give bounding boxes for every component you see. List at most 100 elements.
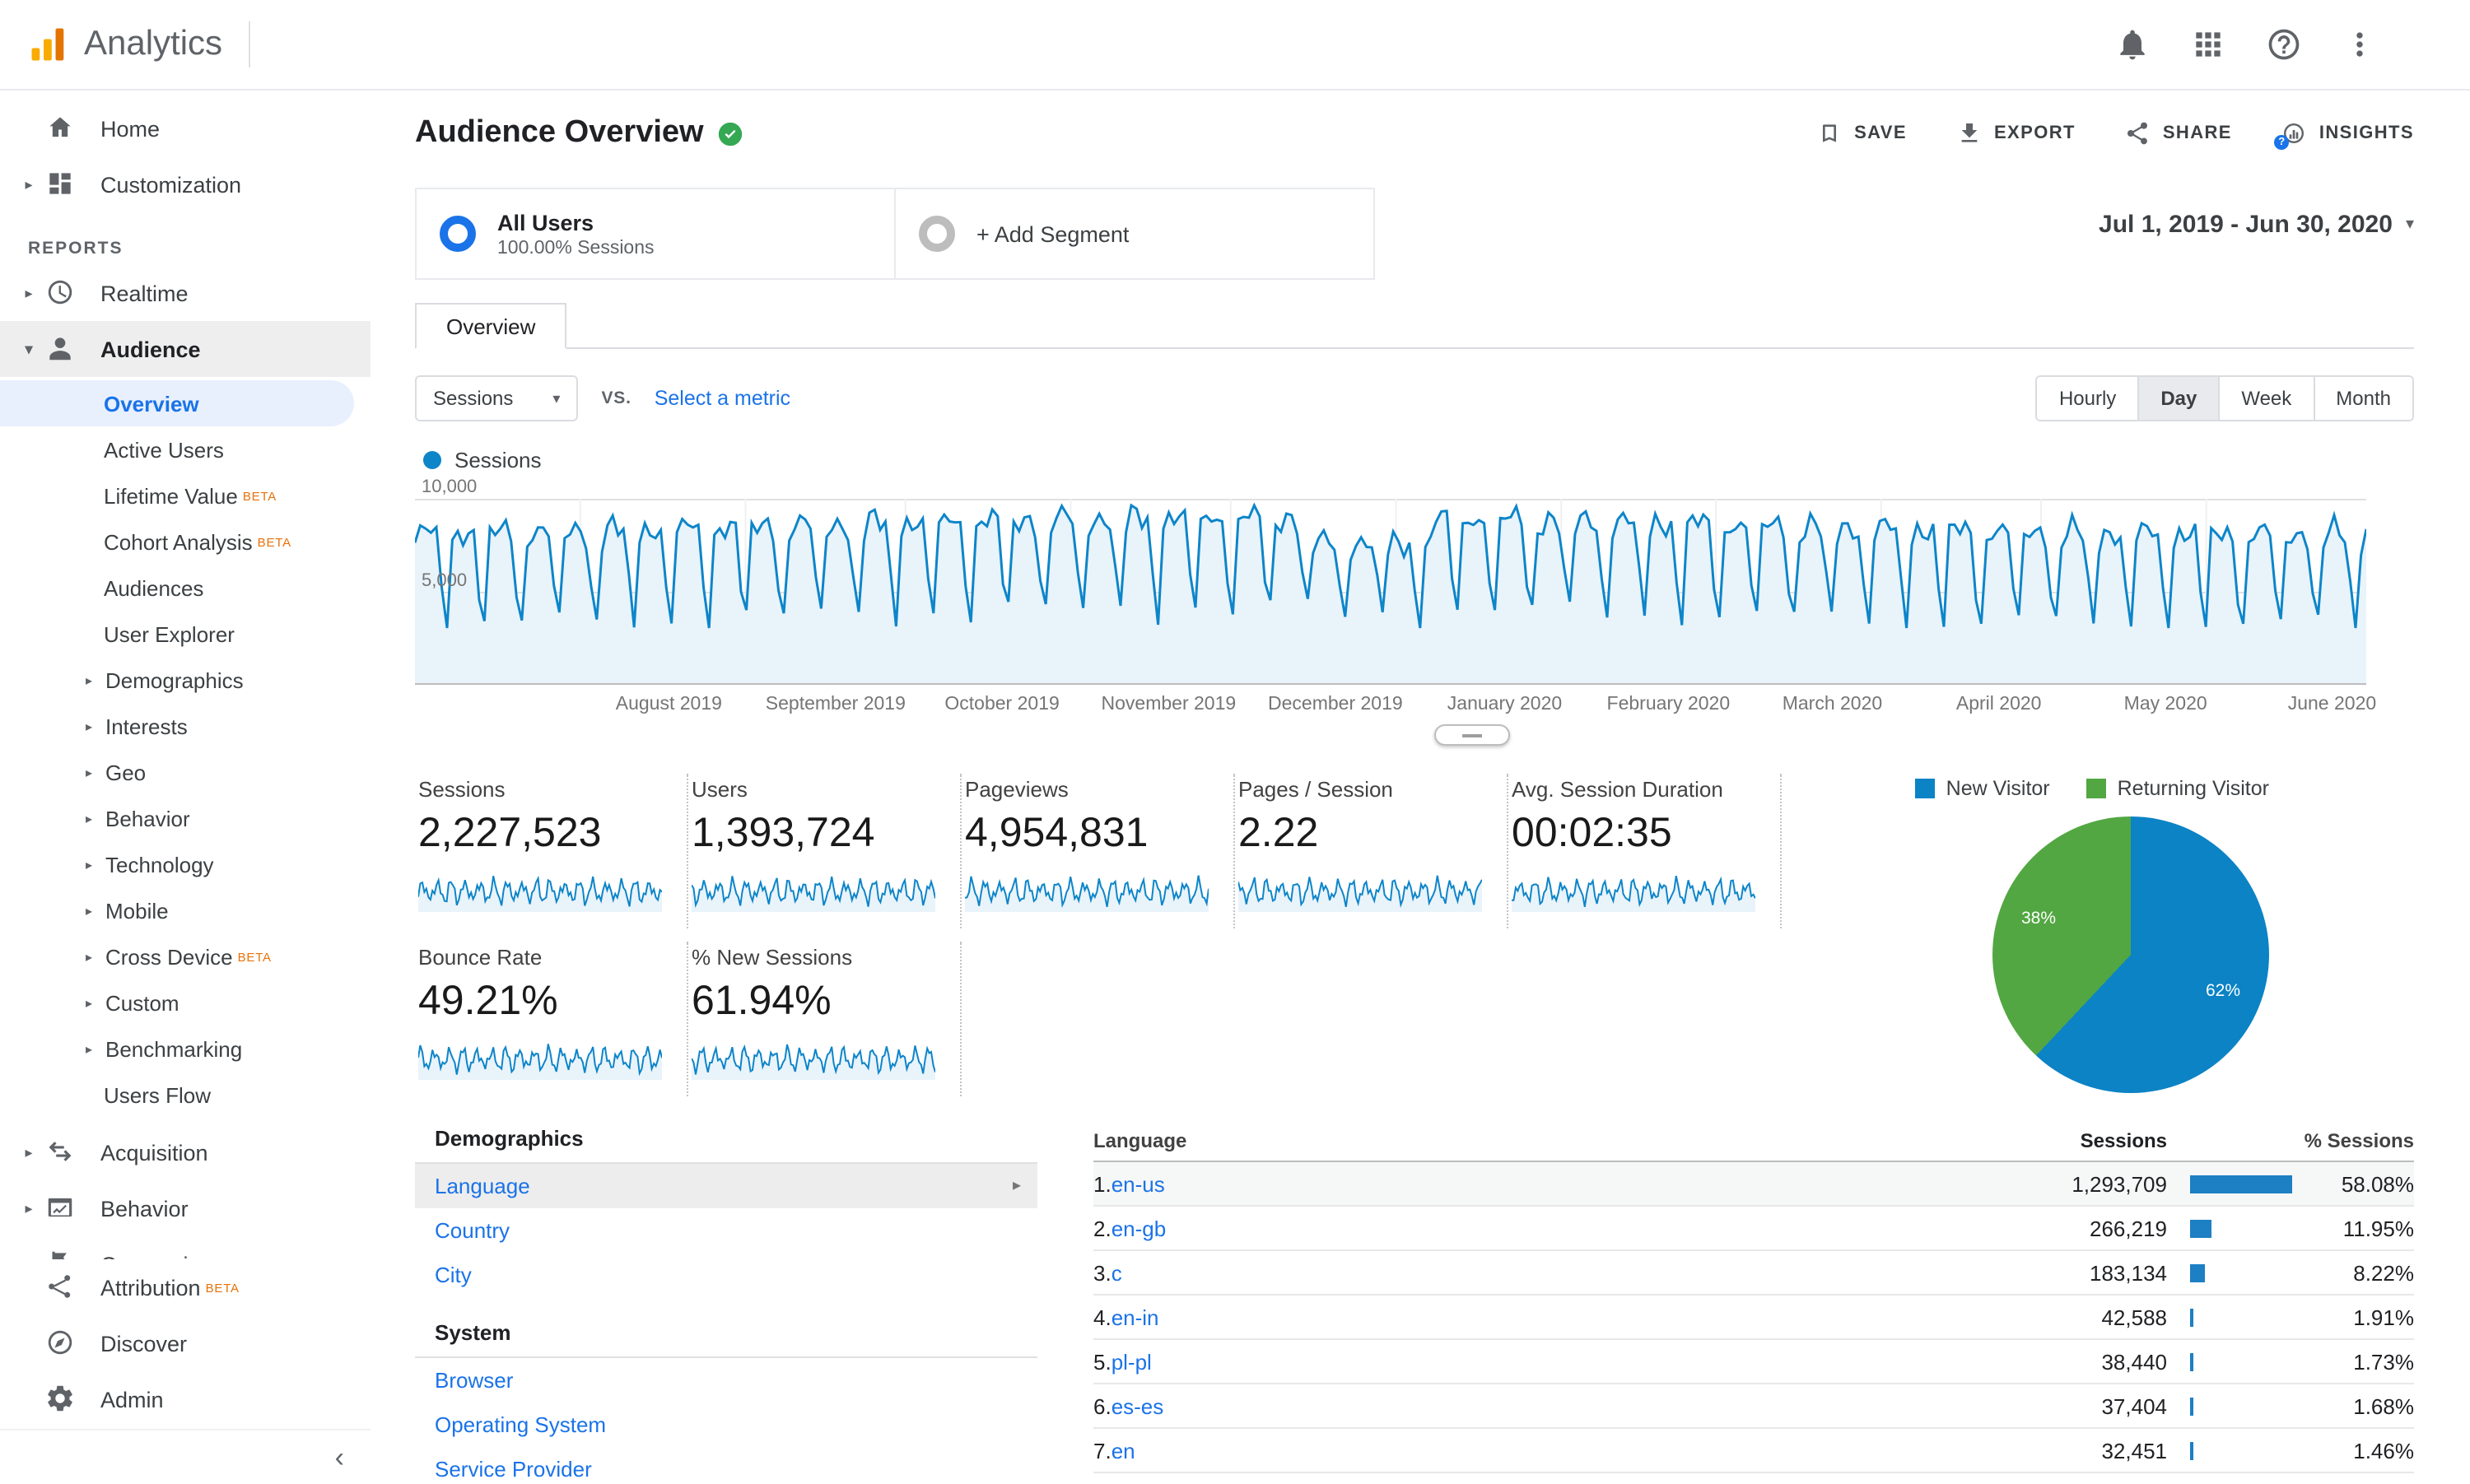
x-axis-label: June 2020 (2287, 695, 2377, 714)
dimension-link-city[interactable]: City (415, 1253, 1037, 1297)
language-link[interactable]: en-gb (1112, 1216, 1167, 1240)
sidebar-item-behavior[interactable]: ▸ Behavior (0, 1180, 370, 1236)
dimension-link-service-provider[interactable]: Service Provider (415, 1447, 1037, 1484)
sidebar-item-home[interactable]: Home (0, 100, 370, 156)
sidebar-subitem-lifetime-value[interactable]: Lifetime Value BETA (0, 472, 354, 519)
metric-card-avg-session-duration[interactable]: Avg. Session Duration 00:02:35 (1508, 774, 1782, 928)
logo-area[interactable]: Analytics (0, 21, 251, 67)
metric-value: 4,954,831 (965, 810, 1149, 856)
tab-overview[interactable]: Overview (415, 303, 567, 349)
sidebar-item-conversions[interactable]: ▸ Conversions (0, 1236, 370, 1259)
analytics-app: Analytics Home ▸ Customization REPORTS ▸ Real… (0, 0, 2470, 1484)
export-button[interactable]: EXPORT (1956, 120, 2076, 147)
sessions-line-chart[interactable]: 10,000 5,000 (415, 477, 2414, 685)
sidebar-subitem-mobile[interactable]: ▸ Mobile (0, 887, 354, 933)
date-range-text: Jul 1, 2019 - Jun 30, 2020 (2099, 211, 2393, 239)
table-row[interactable]: 4.en-in 42,588 1.91% (1093, 1296, 2414, 1340)
table-row[interactable]: 6.es-es 37,404 1.68% (1093, 1384, 2414, 1429)
dimension-link-operating-system[interactable]: Operating System (415, 1403, 1037, 1447)
sidebar-subitem-label: Geo (105, 760, 147, 784)
export-label: EXPORT (1993, 123, 2076, 143)
sidebar-subitem-audiences[interactable]: Audiences (0, 565, 354, 611)
language-link[interactable]: en (1112, 1438, 1135, 1463)
metric-sparkline (692, 1044, 935, 1080)
language-link[interactable]: en-us (1112, 1171, 1165, 1196)
metric-card-pageviews[interactable]: Pageviews 4,954,831 (962, 774, 1235, 928)
dimension-link-browser[interactable]: Browser (415, 1358, 1037, 1403)
granularity-week-button[interactable]: Week (2218, 377, 2314, 420)
dimension-group-title: Demographics (415, 1119, 1037, 1164)
metric-card--new-sessions[interactable]: % New Sessions 61.94% (688, 942, 962, 1096)
sidebar-item-label: Admin (100, 1387, 164, 1412)
language-table: Language Sessions % Sessions 1.en-us 1,29… (1093, 1119, 2414, 1484)
sidebar-subitem-custom[interactable]: ▸ Custom (0, 979, 354, 1026)
collapse-sidebar-button[interactable]: ‹ (335, 1443, 344, 1471)
sidebar-subitem-benchmarking[interactable]: ▸ Benchmarking (0, 1026, 354, 1072)
chevron-right-icon: ▸ (86, 857, 93, 872)
sidebar-subitem-geo[interactable]: ▸ Geo (0, 749, 354, 795)
scrubber-grip-icon (1462, 733, 1483, 737)
language-link[interactable]: en-in (1112, 1305, 1159, 1329)
dimension-link-language[interactable]: Language ▸ (415, 1164, 1037, 1208)
apps-grid-icon[interactable] (2190, 26, 2226, 63)
sidebar-subitem-active-users[interactable]: Active Users (0, 426, 354, 472)
dimension-link-label: Operating System (435, 1412, 607, 1437)
language-link[interactable]: es-es (1112, 1393, 1164, 1418)
share-button[interactable]: SHARE (2125, 120, 2232, 147)
sessions-cell: 42,588 (2101, 1305, 2167, 1329)
sidebar-item-audience[interactable]: ▾ Audience (0, 321, 370, 377)
sidebar-subitem-overview[interactable]: Overview (0, 380, 354, 426)
add-segment-button[interactable]: + Add Segment (894, 188, 1375, 280)
table-row[interactable]: 5.pl-pl 38,440 1.73% (1093, 1340, 2414, 1384)
dimension-link-country[interactable]: Country (415, 1208, 1037, 1253)
share-label: SHARE (2162, 123, 2232, 143)
metric-card-users[interactable]: Users 1,393,724 (688, 774, 962, 928)
visitor-pie-chart[interactable]: 62% 38% (1992, 816, 2269, 1093)
sidebar-subitem-user-explorer[interactable]: User Explorer (0, 611, 354, 657)
header-language: Language (1093, 1128, 1187, 1151)
table-row[interactable]: 2.en-gb 266,219 11.95% (1093, 1207, 2414, 1251)
granularity-hourly-button[interactable]: Hourly (2037, 377, 2138, 420)
metric-label: Bounce Rate (418, 945, 543, 970)
help-icon[interactable] (2266, 26, 2302, 63)
chevron-down-icon: ▾ (552, 389, 561, 406)
insights-button[interactable]: ? INSIGHTS (2274, 120, 2414, 150)
language-link[interactable]: c (1112, 1260, 1122, 1285)
date-range-selector[interactable]: Jul 1, 2019 - Jun 30, 2020 ▾ (2099, 211, 2414, 239)
table-row[interactable]: 7.en 32,451 1.46% (1093, 1429, 2414, 1473)
sidebar-item-discover[interactable]: Discover (0, 1315, 370, 1371)
sidebar-subitem-interests[interactable]: ▸ Interests (0, 703, 354, 749)
granularity-month-button[interactable]: Month (2313, 377, 2412, 420)
sidebar-subitem-technology[interactable]: ▸ Technology (0, 841, 354, 887)
sessions-legend-dot-icon (423, 451, 441, 469)
timeline-scrubber-handle[interactable] (1434, 724, 1511, 746)
select-a-metric-link[interactable]: Select a metric (655, 387, 790, 410)
sidebar-item-attribution[interactable]: Attribution BETA (0, 1259, 370, 1315)
sidebar-item-customization[interactable]: ▸ Customization (0, 156, 370, 212)
language-link[interactable]: pl-pl (1112, 1349, 1152, 1374)
sidebar-subitem-demographics[interactable]: ▸ Demographics (0, 657, 354, 703)
table-row[interactable]: 1.en-us 1,293,709 58.08% (1093, 1162, 2414, 1207)
sidebar-item-admin[interactable]: Admin (0, 1371, 370, 1427)
sidebar-item-realtime[interactable]: ▸ Realtime (0, 265, 370, 321)
sidebar-subitem-cross-device[interactable]: ▸ Cross Device BETA (0, 933, 354, 979)
sidebar-subitem-cohort-analysis[interactable]: Cohort Analysis BETA (0, 519, 354, 565)
segment-all-users[interactable]: All Users 100.00% Sessions (415, 188, 896, 280)
sidebar-item-acquisition[interactable]: ▸ Acquisition (0, 1124, 370, 1180)
acquisition-icon (44, 1136, 77, 1169)
sidebar-subitem-behavior[interactable]: ▸ Behavior (0, 795, 354, 841)
pct-sessions-cell: 8.22% (2167, 1260, 2414, 1285)
metric-select-dropdown[interactable]: Sessions ▾ (415, 375, 579, 421)
row-rank: 7. (1093, 1438, 1112, 1463)
sidebar-subitem-users-flow[interactable]: Users Flow (0, 1072, 354, 1118)
table-row[interactable]: 3.c 183,134 8.22% (1093, 1251, 2414, 1296)
metric-card-sessions[interactable]: Sessions 2,227,523 (415, 774, 688, 928)
notifications-bell-icon[interactable] (2114, 26, 2151, 63)
granularity-day-button[interactable]: Day (2137, 377, 2219, 420)
metric-card-pages-session[interactable]: Pages / Session 2.22 (1235, 774, 1508, 928)
table-row[interactable]: 8.fr-fr27,1541.22% (1093, 1473, 2414, 1484)
metric-card-bounce-rate[interactable]: Bounce Rate 49.21% (415, 942, 688, 1096)
x-axis-label: January 2020 (1447, 695, 1563, 714)
more-vertical-icon[interactable] (2342, 26, 2378, 63)
save-button[interactable]: SAVE (1816, 120, 1907, 147)
